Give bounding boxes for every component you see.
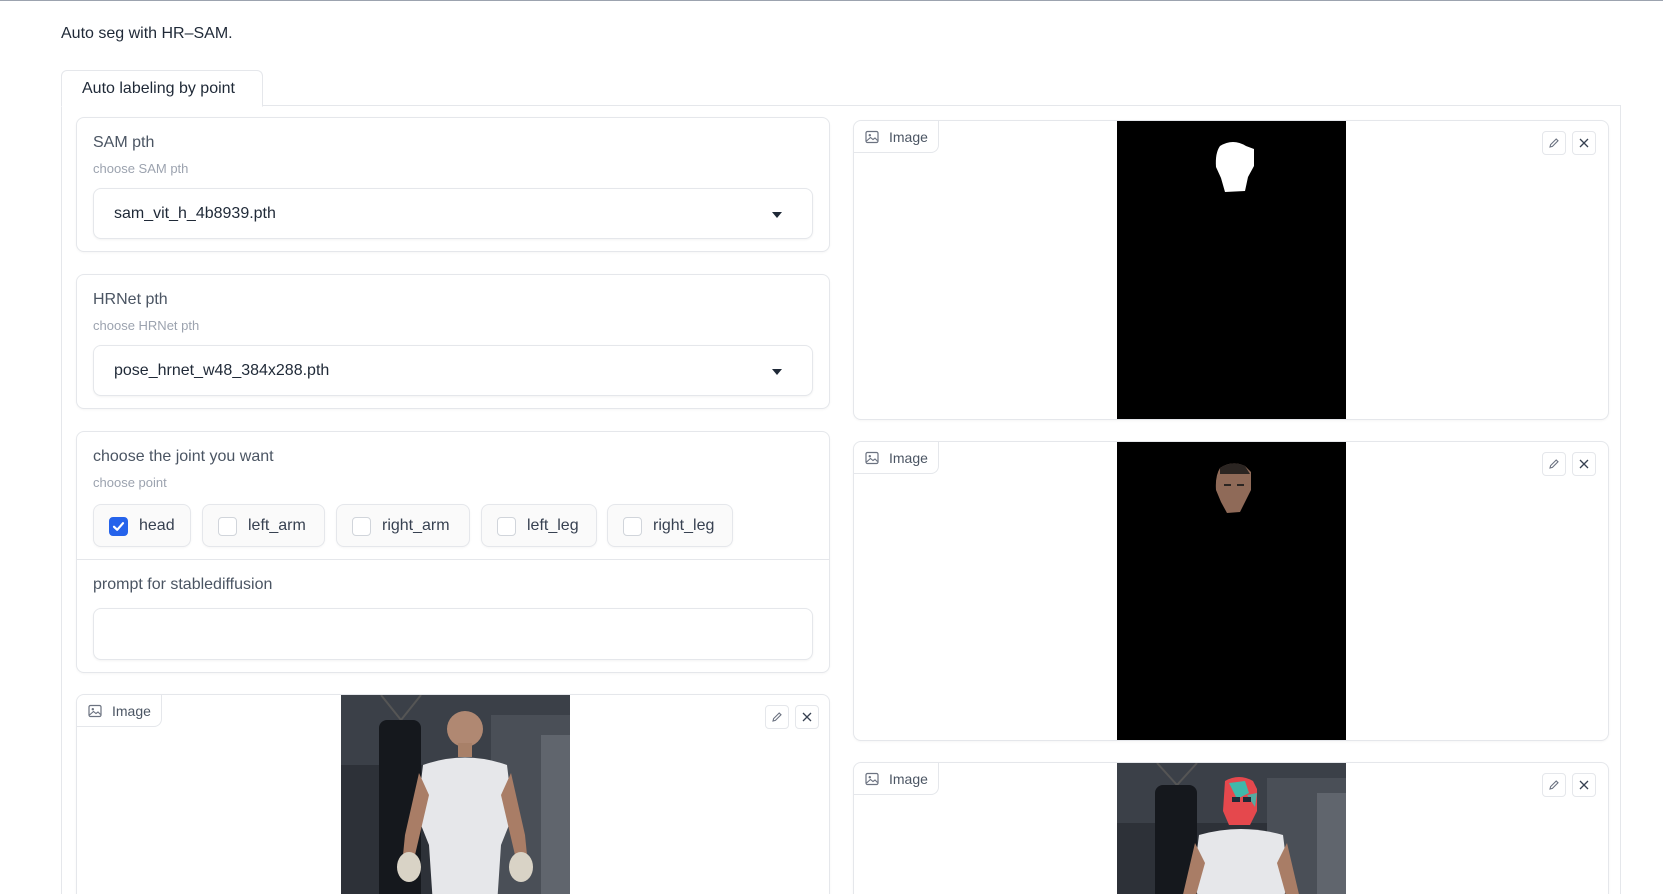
clear-button[interactable] xyxy=(1572,131,1596,155)
checkbox-unchecked-icon[interactable] xyxy=(497,517,516,536)
hrnet-pth-info: choose HRNet pth xyxy=(93,318,200,333)
checkbox-right-arm[interactable]: right_arm xyxy=(336,504,470,547)
image-icon xyxy=(865,772,879,786)
hrnet-pth-label: HRNet pth xyxy=(93,291,168,308)
clear-button[interactable] xyxy=(1572,452,1596,476)
image-tag: Image xyxy=(854,121,939,153)
image-icon xyxy=(865,130,879,144)
checkbox-label: head xyxy=(139,517,175,534)
image-icon xyxy=(865,451,879,465)
checkbox-left-arm[interactable]: left_arm xyxy=(202,504,325,547)
clear-button[interactable] xyxy=(1572,773,1596,797)
cropped-image-block: Image xyxy=(853,441,1609,741)
image-icon xyxy=(88,704,102,718)
mask-image-block: Image xyxy=(853,120,1609,420)
joint-prompt-block: choose the joint you want choose point h… xyxy=(76,431,830,673)
close-icon xyxy=(802,712,812,722)
cropped-head-photo[interactable] xyxy=(1117,442,1346,740)
edit-button[interactable] xyxy=(1542,131,1566,155)
image-tag-label: Image xyxy=(889,771,928,787)
sam-pth-dropdown[interactable]: sam_vit_h_4b8939.pth xyxy=(93,188,813,239)
prompt-section: prompt for stablediffusion xyxy=(77,560,829,672)
checkbox-label: left_leg xyxy=(527,517,579,534)
joint-label: choose the joint you want xyxy=(93,448,274,465)
image-tag-label: Image xyxy=(112,703,151,719)
checkbox-checked-icon[interactable] xyxy=(109,517,128,536)
chevron-down-icon xyxy=(772,212,782,218)
page-description: Auto seg with HR–SAM. xyxy=(61,25,233,42)
sam-pth-value: sam_vit_h_4b8939.pth xyxy=(114,205,276,222)
edit-button[interactable] xyxy=(1542,452,1566,476)
hrnet-pth-dropdown[interactable]: pose_hrnet_w48_384x288.pth xyxy=(93,345,813,396)
sam-pth-label: SAM pth xyxy=(93,134,155,151)
checkbox-unchecked-icon[interactable] xyxy=(623,517,642,536)
image-tag-label: Image xyxy=(889,129,928,145)
overlay-image-block: Image xyxy=(853,762,1609,894)
overlay-photo[interactable] xyxy=(1117,763,1346,894)
clear-button[interactable] xyxy=(795,705,819,729)
mask-photo[interactable] xyxy=(1117,121,1346,419)
input-photo[interactable] xyxy=(341,695,570,894)
sam-pth-block: SAM pth choose SAM pth sam_vit_h_4b8939.… xyxy=(76,117,830,252)
pencil-icon xyxy=(772,712,782,722)
image-tag-label: Image xyxy=(889,450,928,466)
hrnet-pth-block: HRNet pth choose HRNet pth pose_hrnet_w4… xyxy=(76,274,830,409)
checkbox-left-leg[interactable]: left_leg xyxy=(481,504,597,547)
sam-pth-info: choose SAM pth xyxy=(93,161,189,176)
close-icon xyxy=(1579,780,1589,790)
joint-info: choose point xyxy=(93,475,167,490)
image-tag: Image xyxy=(77,695,162,727)
edit-button[interactable] xyxy=(765,705,789,729)
top-divider xyxy=(0,0,1663,1)
hrnet-pth-value: pose_hrnet_w48_384x288.pth xyxy=(114,362,330,379)
checkbox-unchecked-icon[interactable] xyxy=(352,517,371,536)
pencil-icon xyxy=(1549,459,1559,469)
image-tag: Image xyxy=(854,763,939,795)
input-image-block: Image xyxy=(76,694,830,894)
edit-button[interactable] xyxy=(1542,773,1566,797)
prompt-label: prompt for stablediffusion xyxy=(93,576,273,593)
checkbox-unchecked-icon[interactable] xyxy=(218,517,237,536)
checkbox-label: right_leg xyxy=(653,517,715,534)
prompt-input[interactable] xyxy=(93,608,813,660)
pencil-icon xyxy=(1549,780,1559,790)
tab-auto-labeling[interactable]: Auto labeling by point xyxy=(61,70,263,107)
pencil-icon xyxy=(1549,138,1559,148)
checkbox-head[interactable]: head xyxy=(93,504,191,547)
close-icon xyxy=(1579,138,1589,148)
chevron-down-icon xyxy=(772,369,782,375)
checkbox-label: left_arm xyxy=(248,517,306,534)
checkbox-label: right_arm xyxy=(382,517,450,534)
image-tag: Image xyxy=(854,442,939,474)
close-icon xyxy=(1579,459,1589,469)
checkbox-right-leg[interactable]: right_leg xyxy=(607,504,733,547)
